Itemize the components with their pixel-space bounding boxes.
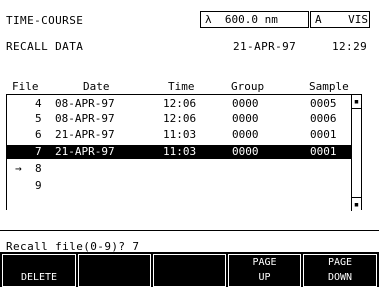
page-down-softkey[interactable]: PAGE DOWN bbox=[303, 254, 377, 287]
current-date: 21-APR-97 bbox=[233, 40, 297, 53]
softkey-bottom-label: UP bbox=[258, 272, 271, 283]
softkey-bottom-label: DOWN bbox=[327, 272, 353, 283]
current-time: 12:29 bbox=[332, 40, 368, 53]
row-date: 08-APR-97 bbox=[55, 112, 115, 125]
screen-subtitle: RECALL DATA bbox=[6, 40, 84, 53]
row-file: 7 bbox=[35, 145, 42, 158]
page-up-softkey[interactable]: PAGE UP bbox=[228, 254, 301, 287]
row-date: 08-APR-97 bbox=[55, 97, 115, 110]
row-sample: 0001 bbox=[310, 128, 337, 141]
scroll-down-icon[interactable]: ▪ bbox=[352, 197, 361, 211]
row-time: 12:06 bbox=[163, 112, 197, 125]
softkey-top-label: PAGE bbox=[252, 257, 277, 268]
mode-box: A VIS bbox=[310, 11, 370, 28]
row-date: 21-APR-97 bbox=[55, 128, 115, 141]
table-row[interactable]: 6 21-APR-97 11:03 0000 0001 bbox=[7, 128, 362, 142]
softkey-top-label: PAGE bbox=[327, 257, 353, 268]
row-group: 0000 bbox=[232, 128, 259, 141]
blank-softkey-2[interactable] bbox=[78, 254, 151, 287]
row-group: 0000 bbox=[232, 112, 259, 125]
row-sample: 0001 bbox=[310, 145, 337, 158]
table-row[interactable]: → 8 bbox=[7, 162, 362, 176]
mode-value: A VIS bbox=[315, 13, 368, 26]
screen-title: TIME-COURSE bbox=[6, 14, 84, 27]
blank-softkey-3[interactable] bbox=[153, 254, 226, 287]
delete-softkey[interactable]: DELETE bbox=[2, 254, 76, 287]
softkey-bottom-label: DELETE bbox=[20, 272, 58, 283]
wavelength-value: λ 600.0 nm bbox=[205, 13, 278, 26]
row-file: 5 bbox=[35, 112, 42, 125]
column-header-group: Group bbox=[231, 80, 265, 93]
row-time: 11:03 bbox=[163, 128, 197, 141]
instrument-screen: TIME-COURSE RECALL DATA λ 600.0 nm A VIS… bbox=[0, 0, 379, 287]
scroll-up-icon[interactable]: ▪ bbox=[352, 95, 361, 109]
row-group: 0000 bbox=[232, 97, 259, 110]
column-header-sample: Sample bbox=[309, 80, 349, 93]
row-file: 4 bbox=[35, 97, 42, 110]
column-header-date: Date bbox=[83, 80, 110, 93]
table-row[interactable]: 5 08-APR-97 12:06 0000 0006 bbox=[7, 112, 362, 126]
column-header-time: Time bbox=[168, 80, 195, 93]
row-time: 12:06 bbox=[163, 97, 197, 110]
row-file: 9 bbox=[35, 179, 42, 192]
wavelength-box: λ 600.0 nm bbox=[200, 11, 309, 28]
file-list: 4 08-APR-97 12:06 0000 0005 5 08-APR-97 … bbox=[6, 94, 362, 211]
row-date: 21-APR-97 bbox=[55, 145, 115, 158]
table-row-selected[interactable]: 7 21-APR-97 11:03 0000 0001 bbox=[7, 145, 362, 159]
current-row-arrow-icon: → bbox=[15, 162, 22, 175]
table-row[interactable]: 4 08-APR-97 12:06 0000 0005 bbox=[7, 97, 362, 111]
row-file: 6 bbox=[35, 128, 42, 141]
scrollbar[interactable]: ▪ ▪ bbox=[351, 95, 361, 211]
table-row[interactable]: 9 bbox=[7, 179, 362, 193]
row-group: 0000 bbox=[232, 145, 259, 158]
softkey-bar: DELETE PAGE UP PAGE DOWN bbox=[0, 252, 379, 287]
column-header-file: File bbox=[12, 80, 39, 93]
divider bbox=[0, 230, 379, 231]
row-time: 11:03 bbox=[163, 145, 197, 158]
row-file: 8 bbox=[35, 162, 42, 175]
row-sample: 0005 bbox=[310, 97, 337, 110]
row-sample: 0006 bbox=[310, 112, 337, 125]
